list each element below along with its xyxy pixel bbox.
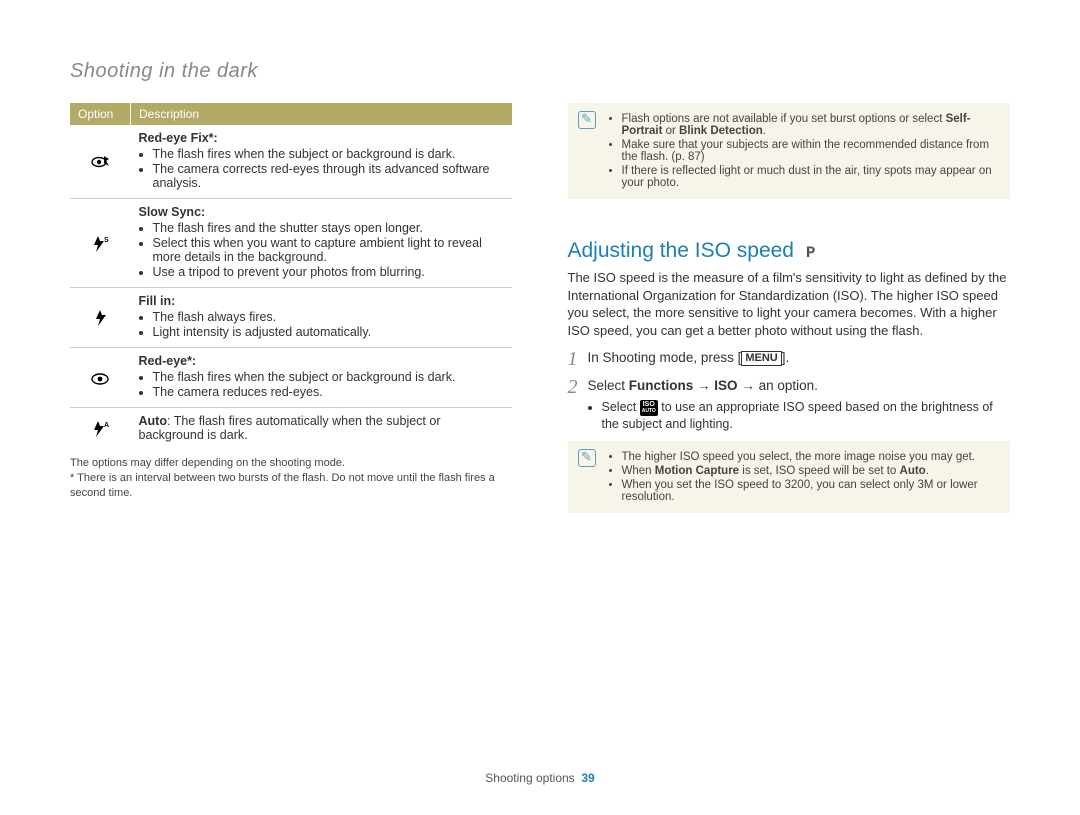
page-title: Shooting in the dark	[70, 60, 1010, 83]
fill-in-icon	[70, 288, 131, 348]
iso-auto-icon: ISOAUTO	[640, 400, 658, 416]
fill-in-b2: Light intensity is adjusted automaticall…	[153, 325, 505, 339]
step2-sub: Select ISOAUTO to use an appropriate ISO…	[602, 399, 1011, 433]
note2-item3: When you set the ISO speed to 3200, you …	[622, 479, 1001, 503]
slow-sync-title: Slow Sync:	[139, 205, 206, 219]
slow-sync-icon: S	[70, 199, 131, 288]
auto-icon: A	[70, 408, 131, 449]
note1-item3: If there is reflected light or much dust…	[622, 165, 1001, 189]
redeye-fix-b2: The camera corrects red-eyes through its…	[153, 162, 505, 190]
th-description: Description	[131, 103, 513, 125]
page-number: 39	[581, 771, 594, 785]
section-title: Adjusting the ISO speed P	[568, 239, 1011, 263]
note-box-1: ✎ Flash options are not available if you…	[568, 103, 1011, 199]
menu-button-label: MENU	[741, 351, 781, 366]
footer: Shooting options 39	[70, 771, 1010, 785]
auto-text: : The flash fires automatically when the…	[139, 414, 441, 442]
note-icon: ✎	[578, 449, 596, 467]
svg-text:A: A	[104, 422, 109, 429]
note2-item2: When Motion Capture is set, ISO speed wi…	[622, 465, 1001, 477]
note1-item2: Make sure that your subjects are within …	[622, 139, 1001, 163]
redeye-b1: The flash fires when the subject or back…	[153, 370, 505, 384]
footnote-2: * There is an interval between two burst…	[70, 471, 513, 501]
fill-in-b1: The flash always fires.	[153, 310, 505, 324]
fill-in-title: Fill in:	[139, 294, 176, 308]
step2-body: Select Functions → ISO → an option. Sele…	[588, 377, 1011, 433]
iso-paragraph: The ISO speed is the measure of a film's…	[568, 269, 1011, 339]
redeye-fix-icon	[70, 125, 131, 199]
steps: 1 In Shooting mode, press [MENU]. 2 Sele…	[568, 349, 1011, 433]
right-column: ✎ Flash options are not available if you…	[568, 103, 1011, 753]
auto-title: Auto	[139, 414, 167, 428]
step1-body: In Shooting mode, press [MENU].	[588, 349, 1011, 367]
redeye-fix-b1: The flash fires when the subject or back…	[153, 147, 505, 161]
redeye-fix-title: Red-eye Fix*:	[139, 131, 218, 145]
slow-sync-b2: Select this when you want to capture amb…	[153, 236, 505, 264]
step2-number: 2	[568, 377, 588, 397]
redeye-b2: The camera reduces red-eyes.	[153, 385, 505, 399]
step1-number: 1	[568, 349, 588, 369]
redeye-icon	[70, 348, 131, 408]
note-icon: ✎	[578, 111, 596, 129]
footer-label: Shooting options	[485, 771, 574, 785]
flash-options-table: Option Description	[70, 103, 513, 448]
note1-item1: Flash options are not available if you s…	[622, 113, 1001, 137]
footnote-1: The options may differ depending on the …	[70, 456, 513, 471]
slow-sync-b3: Use a tripod to prevent your photos from…	[153, 265, 505, 279]
note2-item1: The higher ISO speed you select, the mor…	[622, 451, 1001, 463]
th-option: Option	[70, 103, 131, 125]
footnotes: The options may differ depending on the …	[70, 456, 513, 501]
mode-badge: P	[806, 244, 816, 262]
left-column: Option Description	[70, 103, 513, 753]
note-box-2: ✎ The higher ISO speed you select, the m…	[568, 441, 1011, 513]
slow-sync-b1: The flash fires and the shutter stays op…	[153, 221, 505, 235]
svg-text:S: S	[104, 237, 109, 244]
redeye-title: Red-eye*:	[139, 354, 197, 368]
